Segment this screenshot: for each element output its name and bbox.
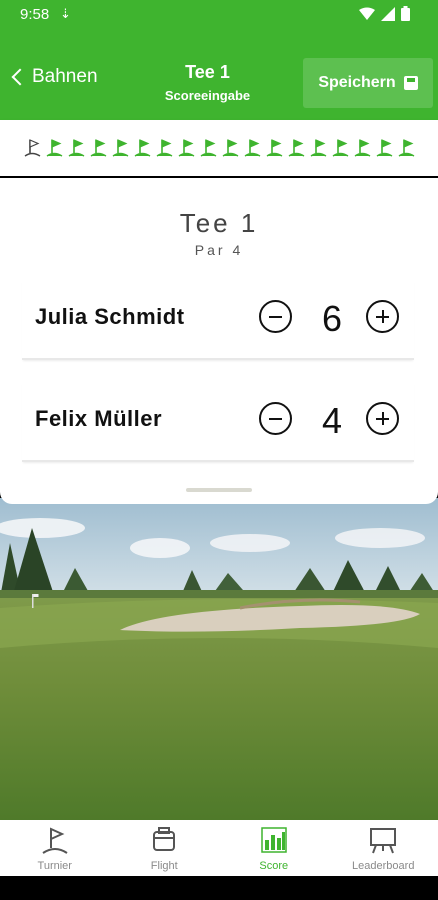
page-title: Tee 1 [185, 62, 230, 82]
nav-label: Flight [150, 860, 178, 872]
battery-icon [401, 6, 410, 21]
player-row: Felix Müller 4 [22, 382, 414, 462]
hole-flag-icon[interactable] [90, 138, 107, 158]
hole-flag-icon[interactable] [24, 138, 41, 158]
hole-flag-icon[interactable] [46, 138, 63, 158]
nav-item-flight[interactable]: Flight [110, 820, 220, 876]
save-button[interactable]: Speichern [303, 58, 433, 108]
board-icon [370, 828, 397, 854]
decrement-button[interactable] [259, 402, 292, 435]
nav-item-turnier[interactable]: Turnier [0, 820, 110, 876]
hole-flag-icon[interactable] [354, 138, 371, 158]
hole-flag-icon[interactable] [332, 138, 349, 158]
bottom-nav: Turnier Flight Score Leaderboard [0, 820, 438, 876]
save-icon [403, 76, 418, 90]
status-icons [359, 6, 410, 21]
back-label: Bahnen [32, 66, 98, 87]
flag-icon [42, 827, 68, 854]
player-name: Julia Schmidt [35, 304, 185, 329]
tee-title: Tee 1 [179, 208, 259, 238]
hole-flag-icon[interactable] [178, 138, 195, 158]
chevron-left-icon [11, 68, 29, 86]
decrement-button[interactable] [259, 300, 292, 333]
nav-item-score[interactable]: Score [219, 820, 329, 876]
hole-flag-icon[interactable] [68, 138, 85, 158]
score-card: Tee 1 Par 4 Julia Schmidt 6 Felix Müller… [0, 178, 438, 504]
status-time: 9:58 [20, 6, 50, 23]
header-titles: Tee 1 Scoreeingabe [140, 62, 275, 103]
increment-button[interactable] [366, 300, 399, 333]
wifi-icon [359, 7, 375, 20]
player-name: Felix Müller [35, 406, 163, 431]
hole-selector [0, 120, 438, 176]
signal-icon [381, 6, 395, 21]
back-button[interactable]: Bahnen [8, 66, 98, 88]
nav-label: Leaderboard [352, 860, 415, 872]
drag-handle[interactable] [186, 488, 252, 492]
increment-button[interactable] [366, 402, 399, 435]
tee-par: Par 4 [194, 242, 244, 258]
player-score: 6 [321, 298, 343, 339]
hole-flag-icon[interactable] [266, 138, 283, 158]
hole-flag-icon[interactable] [310, 138, 327, 158]
course-photo [0, 498, 438, 820]
player-score: 4 [321, 400, 343, 441]
page-subtitle: Scoreeingabe [164, 88, 251, 103]
system-nav-bar [0, 876, 438, 900]
player-row: Julia Schmidt 6 [22, 280, 414, 360]
hole-flag-icon[interactable] [288, 138, 305, 158]
bar-chart-icon [261, 827, 287, 853]
hole-flag-icon[interactable] [134, 138, 151, 158]
hole-flag-icon[interactable] [244, 138, 261, 158]
hole-flag-icon[interactable] [398, 138, 415, 158]
hole-flag-icon[interactable] [376, 138, 393, 158]
hole-flag-icon[interactable] [222, 138, 239, 158]
nav-label: Turnier [37, 860, 72, 872]
hole-flag-icon[interactable] [112, 138, 129, 158]
download-icon: ⇣ [60, 6, 71, 21]
hole-flag-icon[interactable] [156, 138, 173, 158]
hole-flag-icon[interactable] [200, 138, 217, 158]
cart-icon [153, 827, 176, 851]
app-header: 9:58 ⇣ Bahnen Tee 1 Scoreeingabe Speiche… [0, 0, 438, 120]
status-bar: 9:58 ⇣ [0, 0, 438, 30]
save-label: Speichern [318, 74, 396, 91]
nav-label: Score [259, 860, 289, 872]
nav-item-leaderboard[interactable]: Leaderboard [329, 820, 438, 876]
